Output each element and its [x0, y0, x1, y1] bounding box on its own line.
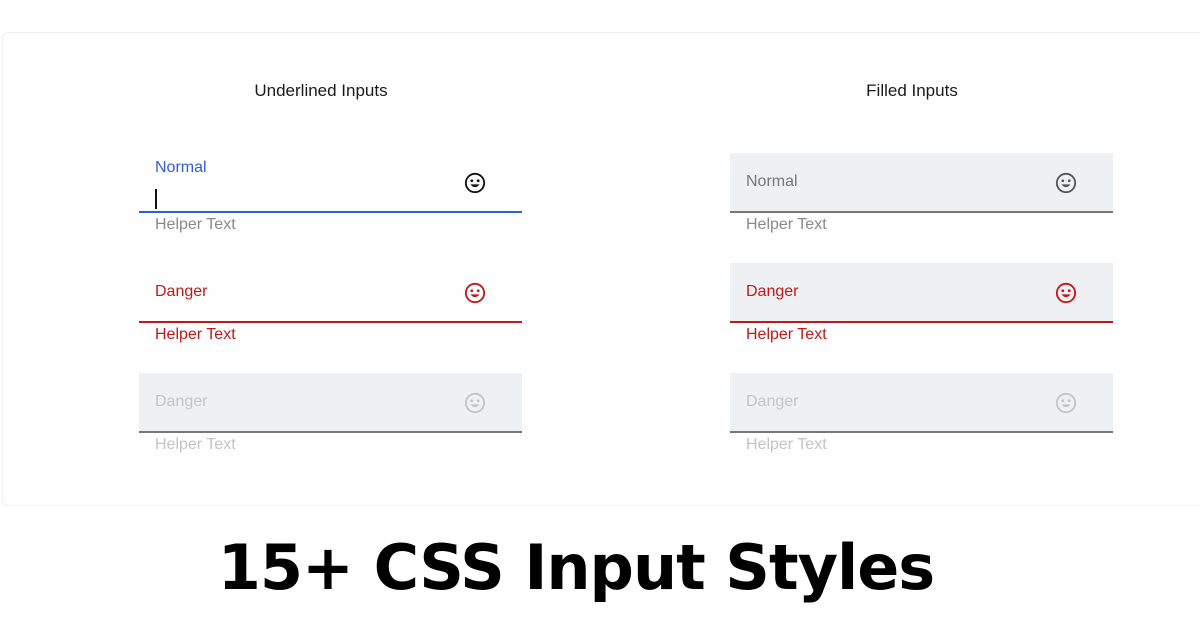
field-label: Danger [155, 283, 208, 300]
field-label: Normal [155, 159, 207, 176]
field-label: Danger [746, 283, 799, 300]
filled-normal-input[interactable]: Normal [730, 153, 1113, 213]
field-label: Danger [155, 393, 208, 410]
underlined-disabled-input[interactable]: Danger [139, 373, 522, 433]
underlined-danger-input[interactable]: Danger [139, 263, 522, 323]
underlined-inputs-title: Underlined Inputs [254, 81, 388, 100]
underline [139, 431, 522, 433]
underline [139, 211, 522, 213]
field-label: Normal [746, 173, 798, 190]
filled-danger-input[interactable]: Danger [730, 263, 1113, 323]
underline [730, 431, 1113, 433]
smiley-icon [464, 282, 486, 304]
helper-text: Helper Text [155, 436, 236, 453]
field-label: Danger [746, 393, 799, 410]
helper-text: Helper Text [746, 436, 827, 453]
helper-text: Helper Text [155, 216, 236, 233]
smiley-icon [464, 392, 486, 414]
smiley-icon [1055, 282, 1077, 304]
underline [730, 321, 1113, 323]
underline [730, 211, 1113, 213]
smiley-icon [1055, 172, 1077, 194]
filled-disabled-input[interactable]: Danger [730, 373, 1113, 433]
filled-inputs-title: Filled Inputs [866, 81, 958, 100]
text-cursor [155, 189, 157, 209]
underlined-normal-input[interactable]: Normal [139, 153, 522, 213]
smiley-icon [1055, 392, 1077, 414]
helper-text: Helper Text [746, 326, 827, 343]
helper-text: Helper Text [746, 216, 827, 233]
smiley-icon [464, 172, 486, 194]
helper-text: Helper Text [155, 326, 236, 343]
underline [139, 321, 522, 323]
banner-title: 15+ CSS Input Styles [217, 531, 935, 604]
